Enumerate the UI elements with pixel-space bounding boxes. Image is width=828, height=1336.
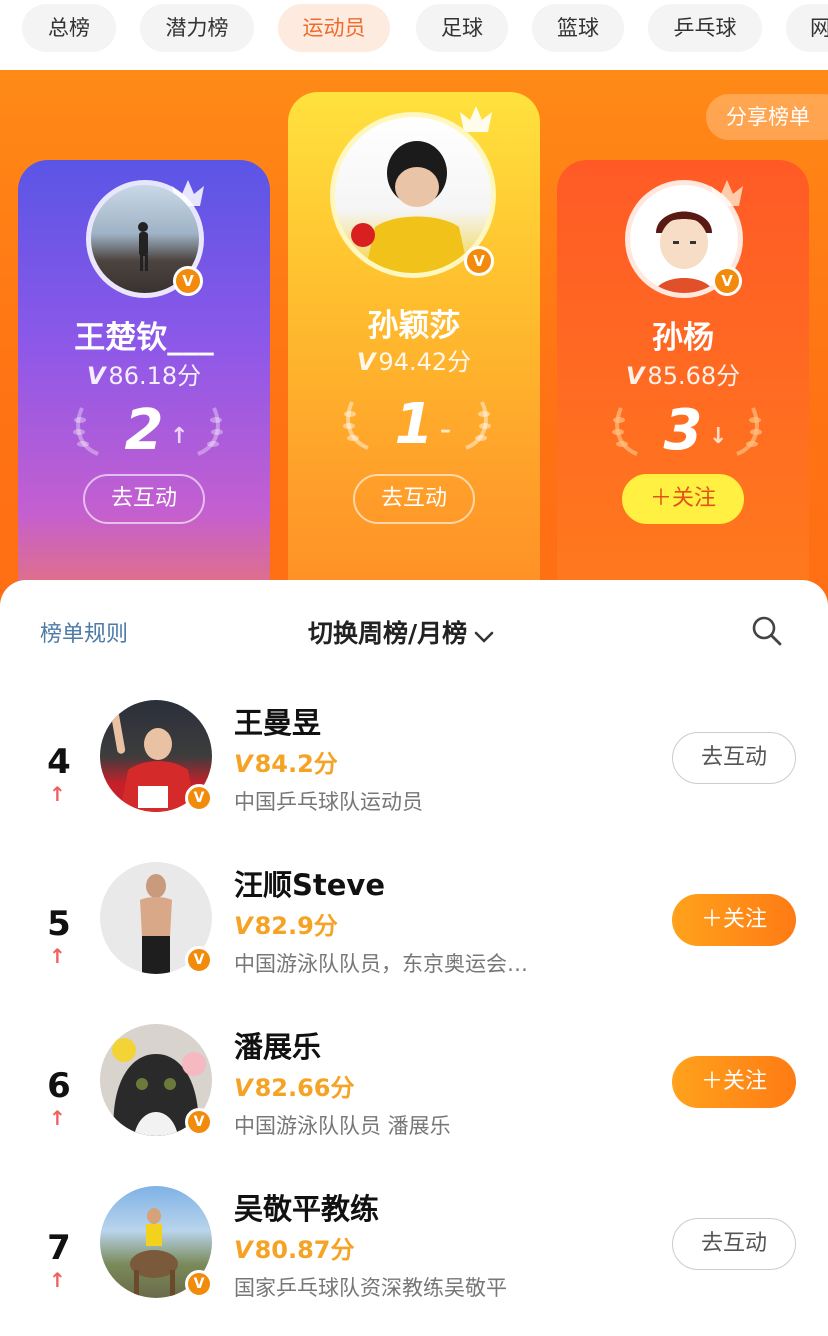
athlete-name[interactable]: 吴敬平教练 [234,1186,379,1228]
athlete-score: V82.66分 [234,1068,355,1103]
verified-badge-icon: V [185,784,213,812]
top-three-podium: 分享榜单 V 王楚钦___ V 86.18分 2 ↑ 去互动 V 孙颖莎 V 9… [0,70,828,610]
athlete-description: 中国游泳队队员 潘展乐 [234,1114,451,1138]
score-value: 80.87分 [254,1236,355,1264]
trend-up-icon: ↑ [49,1268,66,1292]
laurel-right-icon [465,401,491,450]
athlete-description: 国家乒乓球队资深教练吴敬平 [234,1276,507,1300]
follow-button[interactable]: ＋关注 [672,894,796,946]
ranking-rules-link[interactable]: 榜单规则 [40,616,128,648]
score-value: 85.68分 [647,362,741,390]
rank-number: 6 [47,1066,71,1106]
rank-number: 3 [663,398,703,463]
v-mark: V [234,1074,253,1102]
interact-button[interactable]: 去互动 [83,474,205,524]
score-value: 94.42分 [378,348,472,376]
trend-flat-icon: – [440,418,451,443]
rank-number: 1 [394,392,434,457]
verified-badge-icon: V [185,946,213,974]
verified-badge-icon: V [185,1270,213,1298]
laurel-right-icon [197,407,223,456]
v-mark: V [625,362,645,390]
chevron-down-icon [473,621,495,650]
athlete-description: 中国乒乓球队运动员 [234,790,423,814]
list-item[interactable]: 6 ↑ V 潘展乐 V82.66分 中国游泳队队员 潘展乐 ＋关注 [0,1024,828,1174]
tab-basketball[interactable]: 篮球 [532,4,624,52]
search-icon[interactable] [750,614,784,648]
verified-badge-icon: V [173,266,203,296]
rank-number: 7 [47,1228,71,1268]
rank-number: 2 [124,398,164,463]
trend-up-icon: ↑ [49,944,66,968]
list-item[interactable]: 7 ↑ V 吴敬平教练 V80.87分 国家乒乓球队资深教练吴敬平 去互动 [0,1186,828,1336]
share-ranking-button[interactable]: 分享榜单 [706,94,828,140]
list-item[interactable]: 5 ↑ V 汪顺Steve V82.9分 中国游泳队队员，东京奥运会… ＋关注 [0,862,828,1012]
v-mark: V [356,348,376,376]
podium-score: V 94.42分 [288,342,540,377]
rank-row: 2 ↑ [18,396,270,466]
athlete-name[interactable]: 潘展乐 [234,1024,321,1066]
podium-name[interactable]: 孙颖莎 [288,300,540,345]
tab-athletes[interactable]: 运动员 [278,4,390,52]
interact-button[interactable]: 去互动 [672,1218,796,1270]
podium-name[interactable]: 王楚钦___ [18,312,270,357]
trend-up-icon: ↑ [170,424,189,449]
follow-button[interactable]: ＋关注 [622,474,744,524]
v-mark: V [234,750,253,778]
rank-number: 5 [47,904,71,944]
ranking-list-panel: 榜单规则 切换周榜/月榜 4 ↑ V 王曼昱 V84.2分 中国乒乓球队运动员 … [0,580,828,1336]
verified-badge-icon: V [185,1108,213,1136]
tab-football[interactable]: 足球 [416,4,508,52]
laurel-right-icon [736,407,762,456]
tab-table-tennis[interactable]: 乒乓球 [648,4,762,52]
athlete-score: V84.2分 [234,744,338,779]
v-mark: V [234,1236,253,1264]
rank-row: 3 ↓ [557,396,809,466]
tab-overall[interactable]: 总榜 [22,4,116,52]
category-tab-bar: 总榜 潜力榜 运动员 足球 篮球 乒乓球 网 [0,0,828,70]
score-value: 84.2分 [254,750,338,778]
podium-card-third: V 孙杨 V 85.68分 3 ↓ ＋关注 [557,160,809,610]
v-mark: V [234,912,253,940]
verified-badge-icon: V [464,246,494,276]
trend-down-icon: ↓ [709,424,728,449]
v-mark: V [86,362,106,390]
athlete-score: V80.87分 [234,1230,355,1265]
athlete-name[interactable]: 王曼昱 [234,700,321,742]
tab-potential[interactable]: 潜力榜 [140,4,254,52]
switch-label: 切换周榜/月榜 [308,619,468,648]
podium-name[interactable]: 孙杨 [557,312,809,357]
podium-score: V 85.68分 [557,356,809,391]
trend-up-icon: ↑ [49,782,66,806]
athlete-score: V82.9分 [234,906,338,941]
week-month-switch[interactable]: 切换周榜/月榜 [308,614,495,650]
podium-card-second: V 王楚钦___ V 86.18分 2 ↑ 去互动 [18,160,270,610]
trend-up-icon: ↑ [49,1106,66,1130]
verified-badge-icon: V [712,266,742,296]
athlete-name[interactable]: 汪顺Steve [234,862,385,904]
list-item[interactable]: 4 ↑ V 王曼昱 V84.2分 中国乒乓球队运动员 去互动 [0,700,828,850]
tab-tennis[interactable]: 网 [786,4,828,52]
athlete-description: 中国游泳队队员，东京奥运会… [234,952,528,976]
rank-row: 1 – [288,390,540,460]
podium-card-first: V 孙颖莎 V 94.42分 1 – 去互动 [288,92,540,610]
score-value: 82.66分 [254,1074,355,1102]
rank-number: 4 [47,742,71,782]
podium-score: V 86.18分 [18,356,270,391]
score-value: 86.18分 [108,362,202,390]
follow-button[interactable]: ＋关注 [672,1056,796,1108]
interact-button[interactable]: 去互动 [353,474,475,524]
score-value: 82.9分 [254,912,338,940]
interact-button[interactable]: 去互动 [672,732,796,784]
